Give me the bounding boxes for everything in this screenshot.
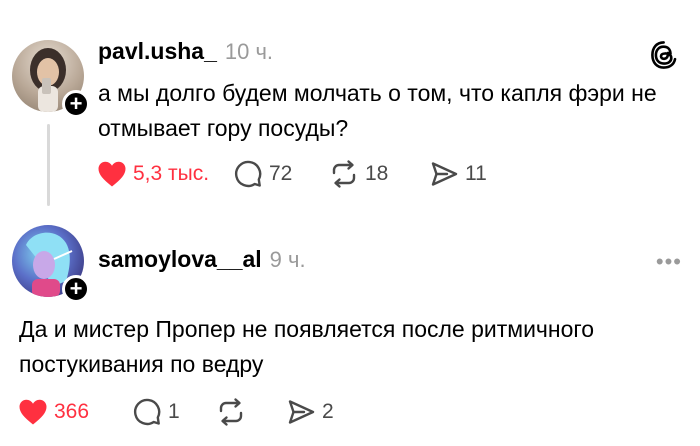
repost-count: 18 (365, 162, 389, 185)
thread-connector-line (47, 124, 50, 206)
share-button[interactable]: 2 (286, 396, 334, 428)
heart-filled-icon (19, 399, 47, 425)
reply-bubble-icon (133, 398, 161, 426)
timestamp: 9 ч. (269, 247, 306, 272)
post-header: samoylova__al 9 ч. (98, 246, 306, 273)
share-count: 11 (465, 162, 487, 185)
follow-plus-button[interactable]: + (62, 90, 90, 118)
timestamp: 10 ч. (224, 39, 274, 64)
repost-button[interactable] (216, 396, 286, 428)
username[interactable]: pavl.usha_ (98, 38, 217, 65)
post-header: pavl.usha_ 10 ч. (98, 38, 273, 65)
like-button[interactable]: 366 (18, 396, 132, 428)
like-count: 366 (54, 400, 90, 423)
repost-icon (332, 160, 356, 188)
like-button[interactable]: 5,3 тыс. (97, 158, 233, 190)
post-text: Да и мистер Пропер не появляется после р… (19, 316, 595, 377)
avatar-pavl-usha[interactable]: + (12, 40, 90, 118)
avatar-samoylova[interactable]: + (12, 225, 90, 303)
username[interactable]: samoylova__al (98, 246, 262, 273)
share-button[interactable]: 11 (429, 158, 487, 190)
like-count: 5,3 тыс. (133, 162, 210, 185)
threads-logo-icon[interactable] (650, 40, 678, 70)
reply-button[interactable]: 72 (233, 158, 329, 190)
action-bar: 5,3 тыс. 72 18 11 (97, 158, 487, 190)
share-send-icon (431, 162, 458, 186)
reply-count: 72 (269, 162, 293, 185)
reply-bubble-icon (234, 160, 262, 188)
reply-count: 1 (168, 400, 180, 423)
share-send-icon (288, 400, 315, 424)
share-count: 2 (322, 400, 334, 423)
reply-button[interactable]: 1 (132, 396, 216, 428)
more-dots-icon[interactable]: ••• (656, 249, 682, 275)
action-bar: 366 1 2 (18, 396, 334, 428)
post-2: + samoylova__al 9 ч. ••• Да и мистер Про… (0, 215, 700, 446)
post-text: а мы долго будем молчать о том, что капл… (98, 80, 657, 141)
follow-plus-button[interactable]: + (62, 275, 90, 303)
repost-button[interactable]: 18 (329, 158, 429, 190)
post-1: + pavl.usha_ 10 ч. а мы долго будем молч… (0, 0, 700, 215)
heart-filled-icon (98, 161, 126, 187)
repost-icon (219, 398, 243, 426)
